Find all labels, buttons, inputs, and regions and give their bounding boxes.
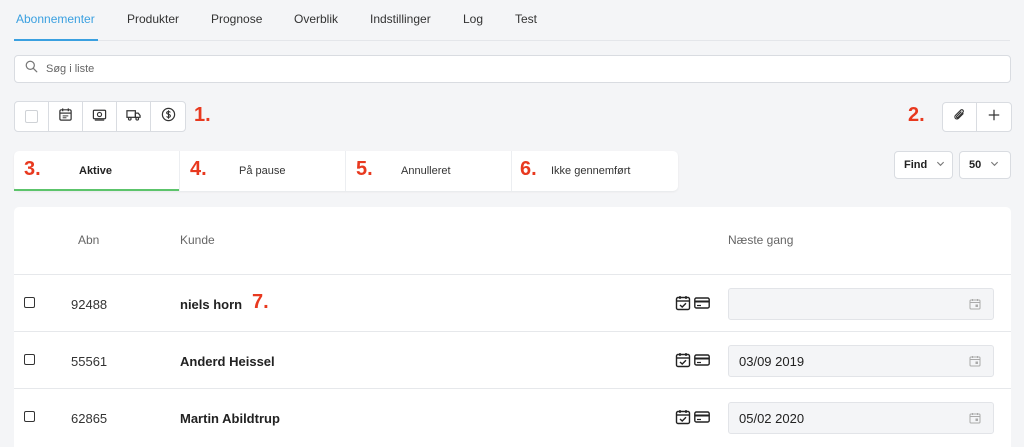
column-header-kunde[interactable]: Kunde (180, 233, 215, 247)
page-size-value: 50 (969, 159, 982, 171)
row-checkbox[interactable] (24, 411, 35, 422)
next-date-field[interactable]: 03/09 2019 (728, 345, 994, 377)
row-kunde[interactable]: Anderd Heissel (180, 354, 275, 369)
tab-log[interactable]: Log (463, 12, 483, 26)
find-dropdown-label: Find (904, 159, 928, 171)
truck-icon (126, 107, 141, 127)
column-header-abn[interactable]: Abn (78, 233, 99, 247)
row-checkbox[interactable] (24, 354, 35, 365)
search-bar[interactable] (14, 55, 1011, 83)
next-date-field[interactable]: 05/02 2020 (728, 402, 994, 434)
credit-card-icon[interactable] (694, 295, 710, 316)
status-tab-label: Annulleret (401, 165, 451, 177)
money-button[interactable] (83, 102, 117, 131)
row-kunde[interactable]: Martin Abildtrup (180, 411, 280, 426)
status-tab-label: Ikke gennemført (551, 165, 631, 177)
money-icon (92, 107, 107, 127)
paperclip-icon (953, 108, 967, 127)
next-date-value: 05/02 2020 (739, 411, 805, 426)
status-tab-label: Aktive (79, 165, 113, 177)
dollar-icon (161, 107, 176, 127)
row-abn: 92488 (71, 297, 108, 312)
calendar-icon (58, 107, 73, 127)
annotation-3: 3. (24, 158, 41, 180)
payment-button[interactable] (151, 102, 185, 131)
table-row[interactable]: 62865 Martin Abildtrup 05/02 2020 (14, 388, 1011, 445)
tab-overblik[interactable]: Overblik (294, 12, 338, 26)
row-actions (675, 352, 710, 373)
search-icon (25, 60, 38, 78)
delivery-button[interactable] (117, 102, 151, 131)
row-actions (675, 295, 710, 316)
tab-indstillinger[interactable]: Indstillinger (370, 12, 431, 26)
row-abn: 55561 (71, 354, 108, 369)
calendar-check-icon[interactable] (675, 295, 691, 316)
annotation-7: 7. (252, 291, 269, 313)
checkbox-box (25, 110, 38, 123)
row-actions (675, 409, 710, 430)
top-nav: Abonnementer Produkter Prognose Overblik… (0, 0, 1024, 42)
table-row[interactable]: 92488 niels horn 7. (14, 274, 1011, 331)
annotation-4: 4. (190, 158, 207, 180)
annotation-5: 5. (356, 158, 373, 180)
chevron-down-icon (927, 159, 945, 171)
calendar-button[interactable] (49, 102, 83, 131)
page-size-dropdown[interactable]: 50 (959, 151, 1011, 179)
annotation-6: 6. (520, 158, 537, 180)
status-tab-label: På pause (239, 165, 286, 177)
nav-divider (14, 40, 1010, 41)
active-tab-indicator (14, 39, 98, 41)
column-header-naeste-gang[interactable]: Næste gang (728, 233, 793, 247)
row-abn: 62865 (71, 411, 108, 426)
select-all-checkbox[interactable] (15, 102, 49, 131)
subscriptions-table: Abn Kunde Næste gang 92488 niels horn 7.… (14, 207, 1011, 447)
status-tab-annulleret[interactable]: 5. Annulleret (346, 151, 512, 191)
next-date-value: 03/09 2019 (739, 354, 805, 369)
status-tab-paa-pause[interactable]: 4. På pause (180, 151, 346, 191)
row-checkbox[interactable] (24, 297, 35, 308)
tab-test[interactable]: Test (515, 12, 537, 26)
find-dropdown[interactable]: Find (894, 151, 953, 179)
tab-produkter[interactable]: Produkter (127, 12, 179, 26)
status-tab-aktive[interactable]: 3. Aktive (14, 151, 180, 191)
status-tab-ikke-gennemfoert[interactable]: 6. Ikke gennemført (512, 151, 678, 191)
annotation-1: 1. (194, 104, 211, 126)
status-tabs: 3. Aktive 4. På pause 5. Annulleret 6. I… (14, 151, 678, 191)
bulk-action-toolbar (14, 101, 186, 132)
calendar-check-icon[interactable] (675, 352, 691, 373)
next-date-field[interactable] (728, 288, 994, 320)
plus-icon (987, 108, 1001, 127)
annotation-2: 2. (908, 104, 925, 126)
chevron-down-icon (981, 159, 999, 171)
right-toolbar (942, 102, 1012, 132)
search-input[interactable] (46, 63, 946, 75)
calendar-check-icon[interactable] (675, 409, 691, 430)
credit-card-icon[interactable] (694, 352, 710, 373)
credit-card-icon[interactable] (694, 409, 710, 430)
tab-abonnementer[interactable]: Abonnementer (16, 12, 95, 26)
add-button[interactable] (977, 103, 1011, 131)
attach-button[interactable] (943, 103, 977, 131)
row-kunde[interactable]: niels horn (180, 297, 242, 312)
table-row[interactable]: 55561 Anderd Heissel 03/09 2019 (14, 331, 1011, 388)
tab-prognose[interactable]: Prognose (211, 12, 262, 26)
